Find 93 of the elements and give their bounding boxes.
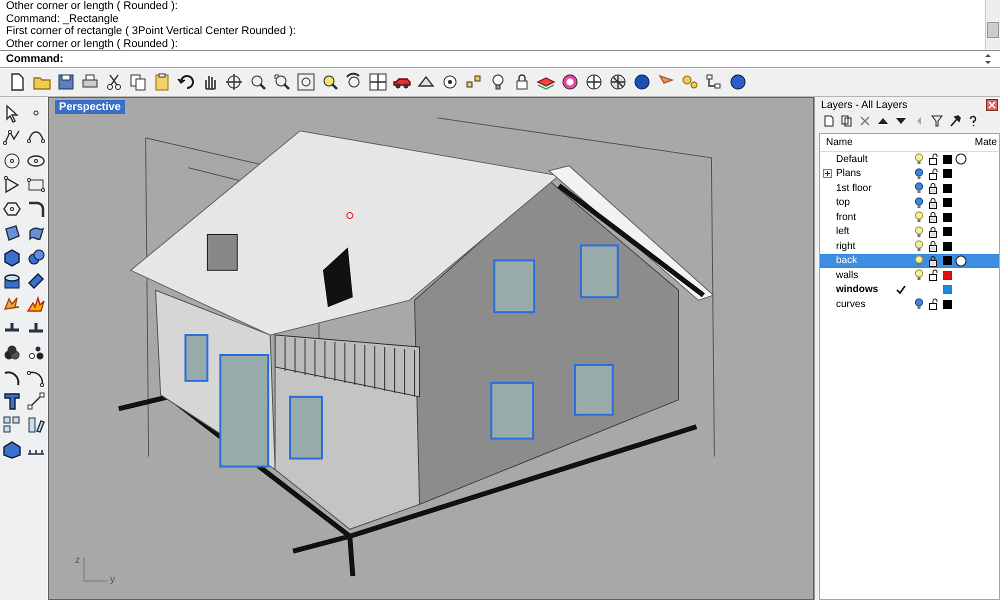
color-swatch[interactable] — [942, 270, 952, 280]
color-swatch[interactable] — [942, 212, 952, 222]
color-swatch[interactable] — [942, 300, 952, 309]
layer-name: Plans — [835, 168, 862, 180]
viewport-grid-icon[interactable] — [368, 72, 388, 92]
layer-name: top — [835, 197, 851, 208]
triangle-icon[interactable] — [2, 175, 22, 195]
layer-row[interactable]: Default — [820, 152, 999, 166]
column-header[interactable]: Name — [826, 137, 853, 148]
padlock-icon[interactable] — [928, 196, 938, 209]
distance-icon[interactable] — [26, 391, 46, 411]
color-swatch[interactable] — [942, 154, 952, 164]
layer-row[interactable]: 1st floor — [820, 181, 999, 196]
padlock-icon[interactable] — [928, 168, 938, 180]
viewport-title[interactable]: Perspective — [55, 100, 125, 114]
close-icon[interactable] — [986, 99, 998, 111]
layer-row[interactable]: top — [820, 196, 999, 210]
axis-label: y — [110, 574, 115, 585]
layer-name: walls — [835, 270, 860, 281]
polyline-icon[interactable] — [2, 127, 22, 147]
command-history-line: Other corner or length ( Rounded ): — [6, 0, 179, 12]
color-swatch[interactable] — [942, 227, 952, 236]
padlock-icon[interactable] — [928, 182, 938, 194]
padlock-icon[interactable] — [928, 153, 938, 166]
circle-icon[interactable] — [2, 151, 22, 171]
tools-icon[interactable] — [949, 115, 961, 127]
spheres-icon[interactable] — [26, 247, 46, 267]
viewport[interactable]: Perspective z y — [48, 97, 814, 600]
lightbulb-icon[interactable] — [914, 298, 924, 310]
rectangle-icon[interactable] — [26, 175, 46, 195]
padlock-icon[interactable] — [928, 211, 938, 224]
solid-icon[interactable] — [2, 439, 22, 459]
layer-name: left — [835, 226, 850, 238]
box-icon[interactable] — [2, 247, 22, 267]
text-icon[interactable] — [2, 391, 22, 411]
column-header[interactable]: Mate — [974, 137, 997, 148]
scrollbar[interactable] — [985, 0, 1000, 50]
layer-row[interactable]: curves — [820, 297, 999, 312]
axis-label: z — [75, 555, 80, 566]
command-history-line: Other corner or length ( Rounded ): — [6, 38, 179, 50]
surface-icon[interactable] — [2, 223, 22, 243]
material-icon[interactable] — [955, 153, 967, 166]
color-swatch[interactable] — [942, 184, 952, 193]
expand-icon[interactable] — [822, 169, 832, 178]
copy-icon[interactable] — [128, 72, 148, 92]
color-swatch[interactable] — [942, 242, 952, 251]
padlock-icon[interactable] — [928, 269, 938, 282]
lightbulb-icon[interactable] — [914, 168, 924, 180]
sphere-grid-icon[interactable] — [584, 72, 604, 92]
scissors-icon[interactable] — [104, 72, 124, 92]
layer-row[interactable]: right — [820, 239, 999, 254]
lightbulb-icon[interactable] — [914, 182, 924, 194]
material-icon[interactable] — [955, 254, 967, 267]
zoom-window-icon[interactable] — [272, 72, 292, 92]
check-icon — [896, 284, 906, 295]
filter-icon[interactable] — [931, 115, 943, 127]
color-swatch[interactable] — [942, 256, 952, 266]
command-history-line: First corner of rectangle ( 3Point Vertical Center Rounded ): — [6, 25, 297, 38]
copy-icon[interactable] — [841, 115, 853, 127]
layer-name: 1st floor — [835, 182, 873, 194]
blocks-icon[interactable] — [2, 415, 22, 435]
layer-name: right — [835, 240, 856, 252]
zoom-extents-icon[interactable] — [296, 72, 316, 92]
mesh-sphere-icon[interactable] — [608, 72, 628, 92]
layer-row[interactable]: windows — [820, 282, 999, 297]
padlock-icon[interactable] — [928, 254, 938, 267]
color-swatch[interactable] — [942, 285, 952, 294]
fillet-icon[interactable] — [26, 199, 46, 219]
panel-title: Layers - All Layers — [821, 99, 908, 111]
layer-name: curves — [835, 298, 866, 310]
layer-row[interactable]: walls — [820, 268, 999, 282]
command-history-line: Command: _Rectangle — [6, 12, 120, 25]
padlock-icon[interactable] — [928, 226, 938, 238]
save-icon[interactable] — [56, 72, 76, 92]
lightbulb-icon[interactable] — [914, 196, 924, 209]
layer-row[interactable]: front — [820, 210, 999, 224]
padlock-icon[interactable] — [928, 298, 938, 310]
command-prompt: Command: — [6, 53, 64, 65]
extrusion-icon[interactable] — [26, 271, 46, 291]
layer-name: front — [835, 212, 858, 223]
tilted-block-icon[interactable] — [26, 415, 46, 435]
color-swatch[interactable] — [942, 198, 952, 208]
layer-name: windows — [835, 284, 880, 296]
layer-name: back — [835, 255, 858, 266]
color-swatch[interactable] — [942, 169, 952, 178]
new-layer-icon[interactable] — [823, 115, 835, 127]
delete-icon[interactable] — [859, 115, 871, 127]
shaded-sphere-icon[interactable] — [632, 72, 652, 92]
undo-icon[interactable] — [176, 72, 196, 92]
layer-name: Default — [835, 154, 869, 165]
layer-row[interactable]: Plans — [820, 166, 999, 181]
padlock-icon[interactable] — [928, 240, 938, 252]
layer-row[interactable]: left — [820, 224, 999, 239]
